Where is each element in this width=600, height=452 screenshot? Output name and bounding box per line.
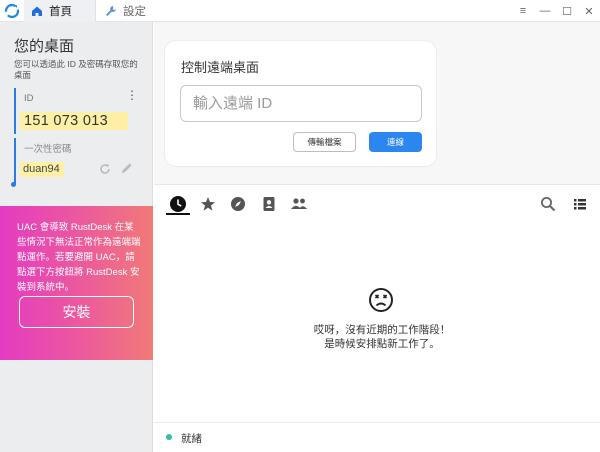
compass-icon bbox=[231, 197, 245, 211]
minimize-icon[interactable]: — bbox=[534, 0, 556, 22]
view-toggle-button[interactable] bbox=[569, 193, 591, 215]
empty-message-line2: 是時候安排點新工作了。 bbox=[324, 338, 440, 350]
refresh-icon[interactable] bbox=[98, 162, 112, 176]
empty-message-line1: 哎呀，沒有近期的工作階段！ bbox=[313, 324, 451, 336]
edit-pencil-icon[interactable] bbox=[120, 161, 134, 175]
recent-icon bbox=[170, 196, 186, 212]
title-bar: 首頁 設定 ≡ — ☐ ✕ bbox=[0, 0, 600, 22]
right-panel: 控制遠端桌面 傳輸檔案 連線 bbox=[154, 22, 600, 452]
menu-icon[interactable]: ≡ bbox=[512, 0, 534, 22]
tab-group[interactable] bbox=[288, 193, 310, 215]
active-tab-indicator bbox=[166, 213, 190, 215]
list-view-icon bbox=[574, 199, 586, 210]
password-block: 一次性密碼 duan94 bbox=[14, 138, 140, 184]
your-desktop-description: 您可以透過此 ID 及密碼存取您的桌面 bbox=[14, 59, 138, 80]
id-block: ID ⋮ 151 073 013 bbox=[14, 88, 140, 134]
id-label: ID bbox=[24, 93, 34, 104]
tab-favorites[interactable] bbox=[197, 193, 219, 215]
remote-id-input[interactable] bbox=[180, 85, 422, 122]
session-tabs bbox=[154, 185, 600, 219]
sad-face-icon bbox=[369, 288, 393, 312]
tab-discovered[interactable] bbox=[227, 193, 249, 215]
install-button[interactable]: 安裝 bbox=[19, 296, 134, 328]
home-icon bbox=[32, 6, 42, 16]
maximize-icon[interactable]: ☐ bbox=[556, 0, 578, 22]
sessions-panel: 哎呀，沒有近期的工作階段！ 是時候安排點新工作了。 bbox=[154, 184, 600, 422]
password-label: 一次性密碼 bbox=[24, 144, 72, 155]
close-icon[interactable]: ✕ bbox=[578, 0, 600, 22]
id-value[interactable]: 151 073 013 bbox=[20, 112, 128, 130]
tab-recent[interactable] bbox=[167, 193, 189, 215]
star-icon bbox=[201, 197, 215, 211]
status-text: 就緒 bbox=[181, 433, 202, 445]
focus-indicator-dot bbox=[11, 182, 16, 187]
tab-settings-label: 設定 bbox=[123, 6, 146, 18]
remote-control-title: 控制遠端桌面 bbox=[181, 60, 260, 75]
search-button[interactable] bbox=[537, 193, 559, 215]
tab-settings[interactable]: 設定 bbox=[98, 0, 168, 22]
password-value[interactable]: duan94 bbox=[20, 162, 64, 177]
tab-home-label: 首頁 bbox=[49, 6, 72, 18]
rustdesk-logo-icon bbox=[4, 3, 20, 19]
your-desktop-title: 您的桌面 bbox=[14, 38, 75, 55]
tab-address-book[interactable] bbox=[258, 193, 280, 215]
status-dot-icon bbox=[166, 434, 172, 440]
more-vertical-icon[interactable]: ⋮ bbox=[126, 89, 138, 101]
uac-warning-text: UAC 會導致 RustDesk 在某些情況下無法正常作為遠端端點運作。若要避開… bbox=[17, 222, 141, 293]
search-icon bbox=[541, 197, 556, 212]
address-book-icon bbox=[263, 197, 275, 211]
wrench-icon bbox=[106, 6, 116, 16]
left-panel: 您的桌面 您可以透過此 ID 及密碼存取您的桌面 ID ⋮ 151 073 01… bbox=[0, 22, 153, 452]
tab-home[interactable]: 首頁 bbox=[24, 0, 96, 22]
remote-control-card: 控制遠端桌面 傳輸檔案 連線 bbox=[164, 40, 437, 167]
uac-warning-panel: UAC 會導致 RustDesk 在某些情況下無法正常作為遠端端點運作。若要避開… bbox=[0, 206, 153, 360]
group-icon bbox=[291, 198, 307, 209]
transfer-file-button[interactable]: 傳輸檔案 bbox=[293, 132, 356, 152]
connect-button[interactable]: 連線 bbox=[369, 132, 422, 152]
status-bar: 就緒 bbox=[154, 422, 600, 452]
